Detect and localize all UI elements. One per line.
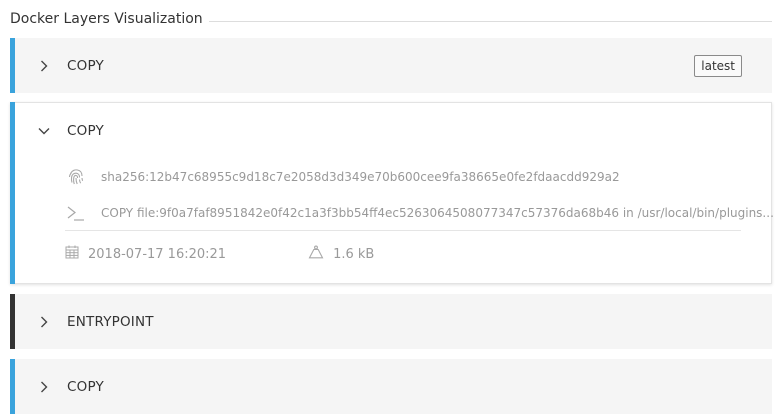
layer-item[interactable]: COPY latest bbox=[10, 38, 772, 93]
chevron-right-icon[interactable] bbox=[38, 381, 50, 393]
layer-tag-badge: latest bbox=[694, 55, 742, 77]
header-divider bbox=[208, 20, 772, 22]
layer-command: COPY bbox=[67, 57, 104, 74]
layer-toggle[interactable]: COPY bbox=[10, 359, 772, 414]
layer-command: COPY bbox=[67, 378, 104, 395]
layer-digest-row: sha256:12b47c68955c9d18c7e2058d3d349e70b… bbox=[65, 166, 620, 188]
layer-toggle[interactable]: ENTRYPOINT bbox=[10, 294, 772, 349]
panel-header: Docker Layers Visualization bbox=[10, 8, 772, 30]
weight-icon bbox=[308, 245, 324, 263]
layer-digest: sha256:12b47c68955c9d18c7e2058d3d349e70b… bbox=[101, 170, 620, 184]
layer-size: 1.6 kB bbox=[308, 245, 374, 263]
calendar-icon bbox=[65, 245, 79, 263]
layer-item-expanded[interactable]: COPY sha256:12b47c68955c9d18c7e2058d3d34… bbox=[10, 102, 774, 284]
layer-toggle[interactable]: COPY bbox=[10, 103, 771, 158]
layer-created-date: 2018-07-17 16:20:21 bbox=[88, 246, 227, 262]
terminal-icon bbox=[65, 202, 87, 224]
layer-instruction: COPY file:9f0a7faf8951842e0f42c1a3f3bb54… bbox=[101, 206, 774, 220]
chevron-down-icon[interactable] bbox=[38, 125, 50, 137]
layer-item[interactable]: COPY bbox=[10, 359, 772, 414]
layer-instruction-row: COPY file:9f0a7faf8951842e0f42c1a3f3bb54… bbox=[65, 202, 774, 224]
chevron-right-icon[interactable] bbox=[38, 60, 50, 72]
layer-item[interactable]: ENTRYPOINT bbox=[10, 294, 772, 349]
layer-command: COPY bbox=[67, 122, 104, 139]
page-title: Docker Layers Visualization bbox=[10, 11, 203, 27]
layer-size-value: 1.6 kB bbox=[333, 246, 375, 262]
chevron-right-icon[interactable] bbox=[38, 316, 50, 328]
detail-divider bbox=[65, 230, 741, 231]
fingerprint-icon bbox=[65, 166, 87, 188]
layer-meta-row: 2018-07-17 16:20:21 1.6 kB bbox=[65, 245, 374, 263]
layer-toggle[interactable]: COPY latest bbox=[10, 38, 772, 93]
layer-created: 2018-07-17 16:20:21 bbox=[65, 245, 226, 263]
layer-command: ENTRYPOINT bbox=[67, 313, 154, 330]
